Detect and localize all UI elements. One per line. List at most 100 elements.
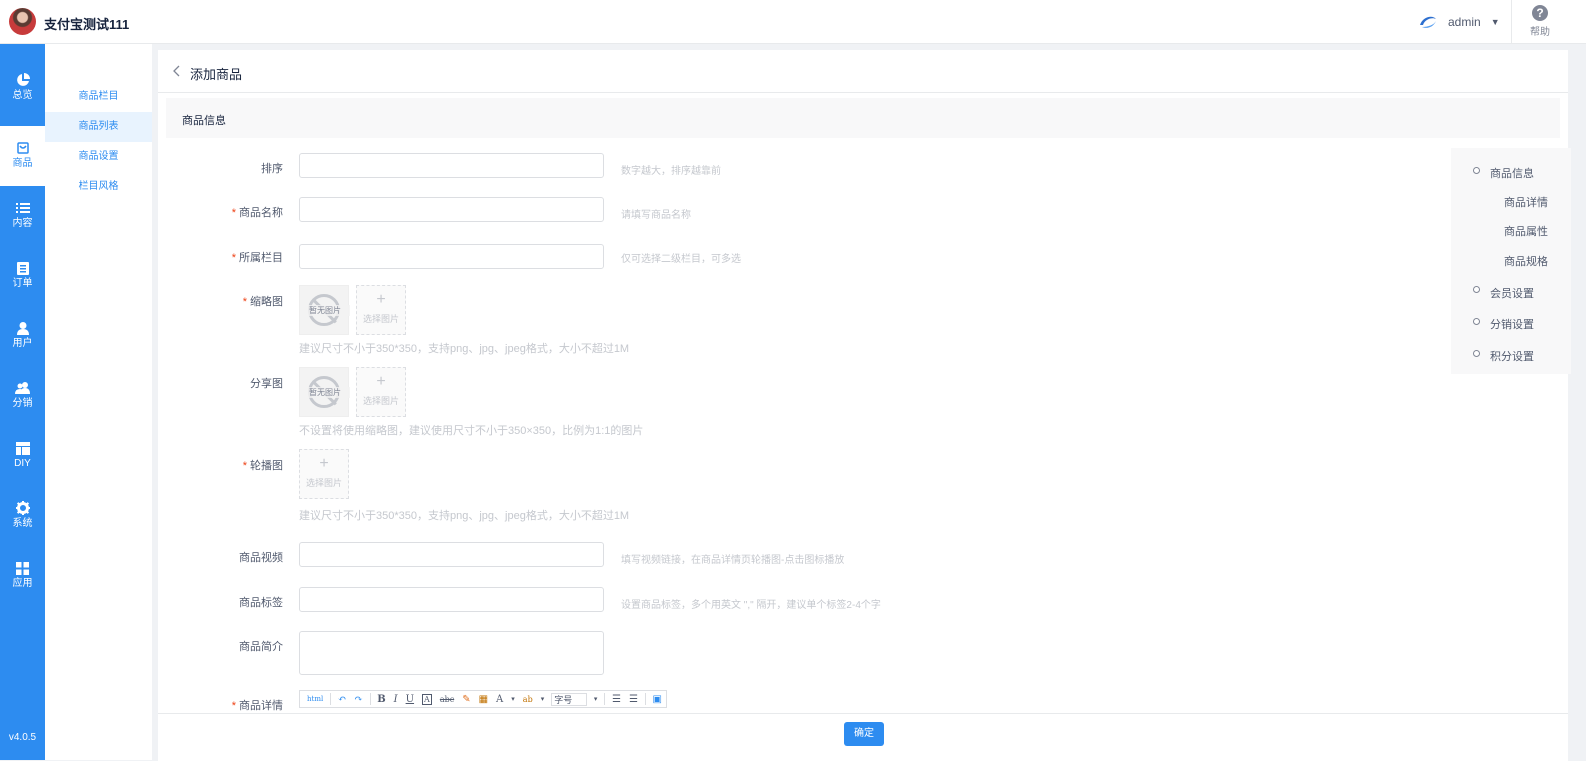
- html-source-button[interactable]: html: [307, 695, 323, 703]
- sub-sidebar: 商品栏目 商品列表 商品设置 栏目风格: [45, 44, 152, 760]
- required-mark: *: [231, 700, 236, 712]
- anchor-member-settings[interactable]: 会员设置: [1490, 285, 1534, 301]
- anchor-goods-info[interactable]: 商品信息: [1490, 165, 1534, 181]
- user-menu[interactable]: admin ▼: [1418, 12, 1500, 32]
- sort-hint: 数字越大，排序越靠前: [621, 166, 721, 177]
- video-label: 商品视频: [239, 552, 283, 564]
- plus-icon: +: [376, 291, 386, 308]
- plus-icon: +: [319, 455, 329, 472]
- anchor-points-settings[interactable]: 积分设置: [1490, 348, 1534, 364]
- top-bar: 支付宝测试111 admin ▼ ? 帮助: [0, 0, 1586, 44]
- undo-button[interactable]: ↶: [338, 694, 346, 705]
- subnav-item-goods-category[interactable]: 商品栏目: [45, 82, 152, 112]
- nav-item-content[interactable]: 内容: [0, 186, 45, 246]
- share-image-hint: 不设置将使用缩略图，建议使用尺寸不小于350×350，比例为1:1的图片: [299, 425, 644, 437]
- nav-item-system[interactable]: 系统: [0, 486, 45, 546]
- upload-text: 选择图片: [305, 478, 342, 488]
- footer-bar: 确定: [158, 713, 1568, 761]
- nav-label: 订单: [12, 278, 33, 289]
- help-label: 帮助: [1530, 27, 1550, 38]
- anchor-dot-icon: [1473, 167, 1480, 174]
- nav-label: 分销: [12, 398, 33, 409]
- anchor-goods-detail[interactable]: 商品详情: [1504, 194, 1548, 210]
- required-mark: *: [231, 252, 236, 264]
- nav-label: 应用: [12, 578, 33, 589]
- carousel-hint: 建议尺寸不小于350*350，支持png、jpg、jpeg格式，大小不超过1M: [299, 510, 630, 522]
- dropdown-caret-icon[interactable]: ▾: [511, 695, 515, 703]
- nav-label: 用户: [12, 338, 33, 349]
- page-title: 添加商品: [190, 67, 243, 82]
- admin-logo-icon: [1420, 16, 1436, 28]
- upload-text: 选择图片: [362, 314, 399, 324]
- detail-label: * 商品详情: [231, 700, 283, 712]
- confirm-button[interactable]: 确定: [844, 722, 884, 746]
- subnav-item-goods-list[interactable]: 商品列表: [45, 112, 152, 142]
- nav-item-orders[interactable]: 订单: [0, 246, 45, 306]
- nav-item-goods[interactable]: 商品: [0, 126, 45, 186]
- italic-button[interactable]: I: [394, 694, 398, 705]
- anchor-goods-attributes[interactable]: 商品属性: [1504, 223, 1548, 239]
- tags-input[interactable]: [299, 587, 604, 612]
- anchor-dot-icon: [1473, 318, 1480, 325]
- font-border-button[interactable]: A: [422, 693, 432, 705]
- thumbnail-hint: 建议尺寸不小于350*350，支持png、jpg、jpeg格式，大小不超过1M: [299, 343, 630, 355]
- nav-item-distribution[interactable]: 分销: [0, 366, 45, 426]
- share-image-preview: 暂无图片: [299, 367, 350, 417]
- category-select[interactable]: [299, 244, 604, 269]
- gear-icon: [15, 501, 30, 515]
- thumbnail-upload[interactable]: + 选择图片: [356, 285, 406, 335]
- anchor-distribution-settings[interactable]: 分销设置: [1490, 316, 1534, 332]
- version-label: v4.0.5: [8, 732, 37, 743]
- document-icon: [16, 261, 29, 275]
- required-mark: *: [231, 207, 236, 219]
- goods-name-input[interactable]: [299, 197, 604, 222]
- no-image-text: 暂无图片: [300, 387, 350, 398]
- underline-button[interactable]: U: [406, 694, 414, 705]
- help-button[interactable]: ? 帮助: [1525, 5, 1555, 38]
- user-icon: [16, 321, 29, 335]
- plus-icon: +: [376, 373, 386, 390]
- nav-item-diy[interactable]: DIY: [0, 426, 45, 486]
- page-header: 添加商品: [158, 50, 1568, 93]
- format-brush-button[interactable]: ✎: [462, 694, 470, 705]
- main-panel: 添加商品 商品信息 排序 数字越大，排序越靠前 * 商品名称 请填写商品名称 * 所…: [158, 50, 1568, 761]
- nav-item-overview[interactable]: 总览: [0, 58, 45, 118]
- dropdown-caret-icon[interactable]: ▾: [594, 695, 598, 703]
- highlight-color-button[interactable]: ab: [523, 695, 533, 704]
- shop-avatar[interactable]: [9, 8, 36, 35]
- align-justify-icon[interactable]: ☰: [629, 694, 638, 705]
- font-size-select[interactable]: 字号: [551, 692, 587, 706]
- nav-label: DIY: [14, 458, 31, 469]
- sort-input[interactable]: [299, 153, 604, 178]
- dropdown-caret-icon[interactable]: ▾: [541, 695, 545, 703]
- caret-down-icon: ▼: [1490, 17, 1500, 27]
- carousel-upload[interactable]: + 选择图片: [299, 449, 349, 499]
- tags-hint: 设置商品标签，多个用英文 "," 隔开，建议单个标签2-4个字: [621, 600, 881, 611]
- paste-button[interactable]: ▦: [479, 694, 488, 705]
- question-icon: ?: [1532, 5, 1548, 21]
- required-mark: *: [242, 460, 247, 472]
- name-label: * 商品名称: [231, 207, 283, 219]
- bold-button[interactable]: B: [377, 694, 385, 705]
- category-hint: 仅可选择二级栏目，可多选: [621, 254, 741, 265]
- align-left-icon[interactable]: ☰: [612, 694, 621, 705]
- thumbnail-label: * 缩略图: [242, 296, 283, 308]
- intro-label: 商品简介: [239, 641, 283, 653]
- share-image-upload[interactable]: + 选择图片: [356, 367, 406, 417]
- font-color-button[interactable]: A: [496, 694, 503, 705]
- subnav-item-goods-settings[interactable]: 商品设置: [45, 142, 152, 172]
- nav-item-users[interactable]: 用户: [0, 306, 45, 366]
- main-sidebar: 总览 商品 内容 订单 用户 分销 DIY 系统 应用 v4.0.5: [0, 44, 45, 760]
- shop-name: 支付宝测试111: [44, 17, 130, 32]
- subnav-item-category-style[interactable]: 栏目风格: [45, 172, 152, 202]
- strikethrough-button[interactable]: abc: [440, 695, 454, 704]
- anchor-goods-spec[interactable]: 商品规格: [1504, 253, 1548, 269]
- nav-item-apps[interactable]: 应用: [0, 546, 45, 606]
- fullscreen-icon[interactable]: ▣: [653, 694, 662, 705]
- intro-textarea[interactable]: [299, 631, 604, 675]
- redo-button[interactable]: ↷: [354, 694, 362, 705]
- nav-label: 总览: [12, 90, 33, 101]
- chevron-left-icon[interactable]: [172, 65, 180, 77]
- required-mark: *: [242, 296, 247, 308]
- video-input[interactable]: [299, 542, 604, 567]
